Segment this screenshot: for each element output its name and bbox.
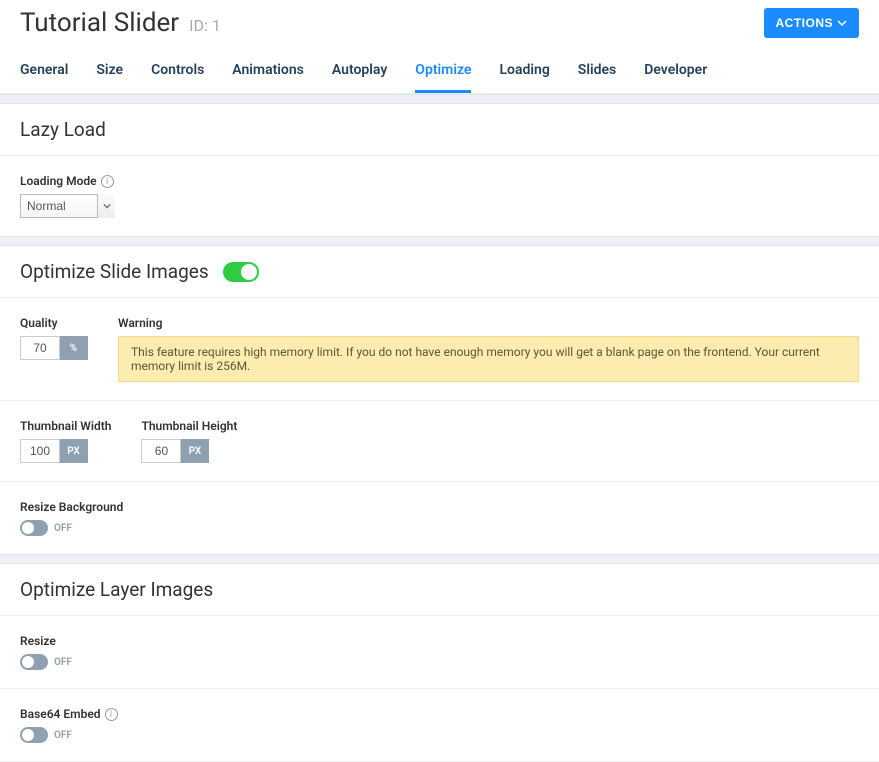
section-optimize-layer-images: Optimize Layer Images Resize OFF Base64 … (0, 564, 879, 762)
px-unit: PX (181, 439, 209, 463)
base64-embed-label: Base64 Embed (20, 707, 101, 721)
tab-nav: General Size Controls Animations Autopla… (0, 52, 879, 94)
thumbnail-width-label: Thumbnail Width (20, 419, 111, 433)
thumbnail-height-label: Thumbnail Height (141, 419, 237, 433)
tab-autoplay[interactable]: Autoplay (332, 52, 387, 93)
quality-input[interactable] (20, 336, 60, 360)
section-title-optimize-layer: Optimize Layer Images (20, 578, 213, 601)
tab-developer[interactable]: Developer (644, 52, 707, 93)
tab-size[interactable]: Size (96, 52, 123, 93)
thumbnail-height-input[interactable] (141, 439, 181, 463)
quality-label: Quality (20, 316, 58, 330)
tab-general[interactable]: General (20, 52, 68, 93)
tab-optimize[interactable]: Optimize (415, 52, 471, 93)
px-unit: PX (60, 439, 88, 463)
page-id-label: ID: 1 (189, 16, 221, 35)
loading-mode-label: Loading Mode (20, 174, 97, 188)
loading-mode-select[interactable] (20, 194, 115, 218)
resize-label: Resize (20, 634, 56, 648)
quality-unit: % (60, 336, 88, 360)
toggle-off-label: OFF (54, 730, 72, 741)
tab-controls[interactable]: Controls (151, 52, 204, 93)
section-title-lazy-load: Lazy Load (20, 118, 106, 141)
base64-embed-toggle[interactable] (20, 727, 48, 743)
actions-button[interactable]: ACTIONS (764, 8, 860, 38)
info-icon[interactable]: i (101, 175, 114, 188)
section-title-optimize-slide: Optimize Slide Images (20, 260, 209, 283)
resize-toggle[interactable] (20, 654, 48, 670)
tab-slides[interactable]: Slides (578, 52, 616, 93)
resize-background-label: Resize Background (20, 500, 123, 514)
actions-button-label: ACTIONS (776, 16, 834, 30)
resize-background-toggle[interactable] (20, 520, 48, 536)
toggle-off-label: OFF (54, 523, 72, 534)
warning-message: This feature requires high memory limit.… (118, 336, 859, 382)
thumbnail-width-input[interactable] (20, 439, 60, 463)
tab-animations[interactable]: Animations (232, 52, 304, 93)
info-icon[interactable]: i (105, 708, 118, 721)
section-optimize-slide-images: Optimize Slide Images Quality % Warning … (0, 246, 879, 554)
chevron-down-icon (837, 18, 847, 28)
optimize-slide-images-toggle[interactable] (223, 262, 259, 282)
warning-label: Warning (118, 316, 162, 330)
page-title: Tutorial Slider (20, 8, 179, 38)
section-lazy-load: Lazy Load Loading Mode i (0, 104, 879, 236)
toggle-off-label: OFF (54, 657, 72, 668)
tab-loading[interactable]: Loading (499, 52, 549, 93)
